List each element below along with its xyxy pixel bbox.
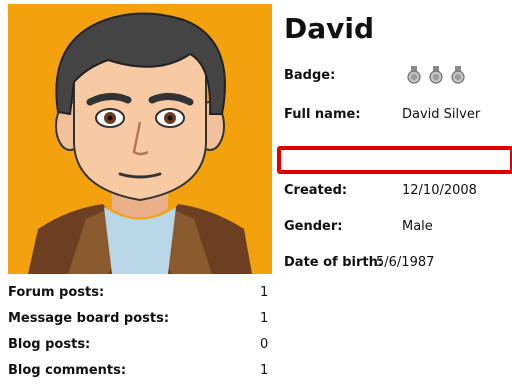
full-name-value: David Silver (402, 107, 481, 122)
date-of-birth-label: Date of birth: (284, 255, 384, 270)
created-value: 12/10/2008 (402, 183, 477, 198)
stat-label: Message board posts: (8, 311, 170, 326)
created-label: Created: (284, 183, 348, 198)
gender-label: Gender: (284, 219, 343, 234)
stats-list: Forum posts: 1 Message board posts: 1 Bl… (8, 285, 270, 389)
stat-row-forum-posts: Forum posts: 1 (8, 285, 270, 311)
medal-icon (450, 66, 466, 84)
gender-value: Male (402, 219, 433, 234)
medal-icon (428, 66, 444, 84)
stat-row-blog-comments: Blog comments: 1 (8, 363, 270, 389)
full-name-label: Full name: (284, 107, 361, 122)
medal-icon (406, 66, 422, 84)
badge-label: Badge: (284, 68, 336, 83)
avatar (8, 4, 272, 274)
profile-name: David (284, 12, 375, 45)
profile-page: David Badge: Full name: David Silver Cre… (0, 0, 512, 390)
stat-label: Blog comments: (8, 363, 127, 378)
highlight-box (277, 146, 512, 174)
stat-value: 1 (260, 311, 269, 326)
stat-value: 0 (260, 337, 269, 352)
stat-value: 1 (260, 363, 269, 378)
date-of-birth-value: 5/6/1987 (376, 255, 435, 270)
badge-medals (406, 66, 466, 84)
stat-row-message-board-posts: Message board posts: 1 (8, 311, 270, 337)
avatar-illustration (8, 4, 272, 274)
stat-label: Blog posts: (8, 337, 91, 352)
stat-label: Forum posts: (8, 285, 105, 300)
stat-value: 1 (260, 285, 269, 300)
stat-row-blog-posts: Blog posts: 0 (8, 337, 270, 363)
